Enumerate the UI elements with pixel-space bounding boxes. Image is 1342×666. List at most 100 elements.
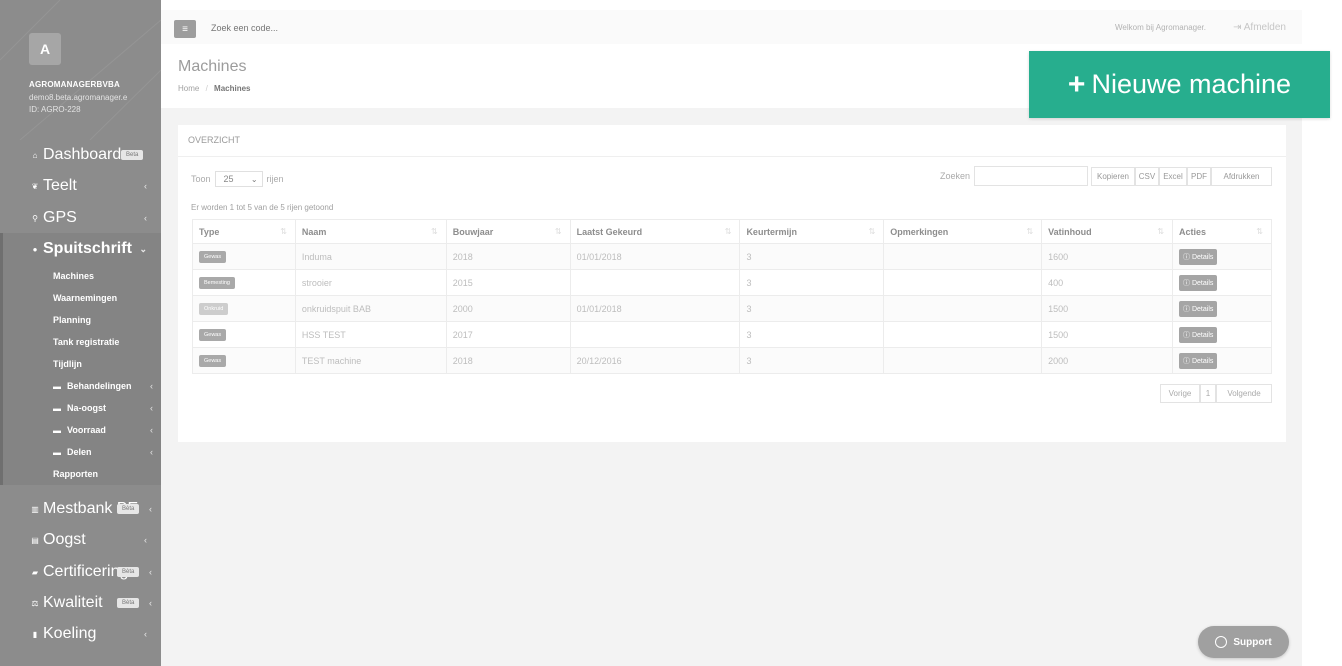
breadcrumb-home[interactable]: Home xyxy=(178,84,199,93)
sort-icon: ⇅ xyxy=(724,226,732,236)
page-length-select[interactable]: 25 ⌄ xyxy=(214,171,263,187)
details-button[interactable]: ⓘ Details xyxy=(1179,300,1218,317)
column-header-laatst-gekeurd[interactable]: Laatst Gekeurd ⇅ xyxy=(569,219,741,244)
details-button[interactable]: ⓘ Details xyxy=(1179,248,1218,265)
sidebar-subitem-tijdlijn[interactable]: Tijdlijn xyxy=(0,353,161,375)
cell-gekeurd xyxy=(569,269,741,296)
csv-button[interactable]: CSV xyxy=(1135,167,1159,186)
menu-toggle-button[interactable]: ≡ xyxy=(174,20,196,38)
sidebar-item-spuitschrift[interactable]: ● Spuitschrift ⌄ xyxy=(0,233,161,265)
sidebar-item-gps[interactable]: ⚲ GPS ‹ xyxy=(0,202,161,234)
sidebar-item-koeling[interactable]: ▮ Koeling ‹ xyxy=(0,618,161,650)
breadcrumb: Home / Machines xyxy=(178,84,251,93)
info-icon: ⓘ xyxy=(1183,331,1192,339)
cell-vatinhoud: 1500 xyxy=(1041,321,1174,348)
hamburger-icon: ≡ xyxy=(182,23,188,35)
chevron-left-icon: ‹ xyxy=(149,598,152,608)
cell-bouwjaar: 2018 xyxy=(445,347,571,374)
pager-previous-button[interactable]: Vorige xyxy=(1160,384,1200,403)
sort-icon: ⇅ xyxy=(280,226,287,236)
truck-icon: ▤ xyxy=(31,535,39,545)
logout-link[interactable]: ⇥ Afmelden xyxy=(1233,22,1286,33)
pdf-button[interactable]: PDF xyxy=(1187,167,1211,186)
map-marker-icon: ⚲ xyxy=(32,213,38,223)
machines-table: Type ⇅ Naam ⇅ Bouwjaar ⇅ Laatst Gekeurd ⇅ Ke… xyxy=(192,219,1272,374)
beta-badge: Bèta xyxy=(117,567,140,577)
new-machine-button[interactable]: + Nieuwe machine xyxy=(1029,51,1330,118)
sidebar-subitem-behandelingen[interactable]: ▬ Behandelingen ‹ xyxy=(0,375,161,397)
chevron-left-icon: ‹ xyxy=(149,504,152,514)
cell-opmerkingen xyxy=(883,295,1043,322)
copy-button[interactable]: Kopieren xyxy=(1091,167,1135,186)
cell-bouwjaar: 2015 xyxy=(445,269,571,296)
sidebar-item-certificering[interactable]: ▰ Certificering Bèta ‹ xyxy=(0,556,161,588)
sidebar-item-label: Spuitschrift xyxy=(43,240,132,257)
type-badge: Bemesting xyxy=(199,277,235,289)
leaf-icon: ❦ xyxy=(31,181,39,191)
info-icon: ⓘ xyxy=(1183,253,1192,261)
support-label: Support xyxy=(1233,636,1272,648)
cell-bouwjaar: 2018 xyxy=(445,243,571,270)
column-header-bouwjaar[interactable]: Bouwjaar ⇅ xyxy=(445,219,571,244)
company-email: demo8.beta.agromanager.e xyxy=(29,93,128,102)
print-button[interactable]: Afdrukken xyxy=(1211,167,1272,186)
column-header-naam[interactable]: Naam ⇅ xyxy=(294,219,447,244)
table-row: Gewas HSS TEST 2017 3 1500 ⓘ Details xyxy=(192,321,1272,348)
droplet-icon: ● xyxy=(32,244,38,254)
support-button[interactable]: Support xyxy=(1198,626,1289,658)
column-header-type[interactable]: Type ⇅ xyxy=(192,219,296,244)
sidebar-item-label: Kwaliteit xyxy=(43,594,103,611)
sidebar-subitem-waarnemingen[interactable]: Waarnemingen xyxy=(0,287,161,309)
bank-icon: ▥ xyxy=(31,504,39,514)
excel-button[interactable]: Excel xyxy=(1159,167,1187,186)
sidebar-subitem-tank-registratie[interactable]: Tank registratie xyxy=(0,331,161,353)
details-button[interactable]: ⓘ Details xyxy=(1179,352,1218,369)
code-search-input[interactable] xyxy=(211,23,411,33)
sidebar-item-kwaliteit[interactable]: ⚖ Kwaliteit Bèta ‹ xyxy=(0,587,161,619)
sidebar-item-dashboard[interactable]: ⌂ Dashboard Beta xyxy=(0,139,161,171)
client-id: ID: AGRO-228 xyxy=(29,105,81,114)
cell-opmerkingen xyxy=(883,347,1043,374)
column-header-vatinhoud[interactable]: Vatinhoud ⇅ xyxy=(1041,219,1174,244)
details-button[interactable]: ⓘ Details xyxy=(1179,326,1218,343)
sidebar-subitem-delen[interactable]: ▬ Delen ‹ xyxy=(0,441,161,463)
sidebar-item-label: Oogst xyxy=(43,531,86,548)
sidebar-subitem-label: Delen xyxy=(67,447,92,457)
table-search-label: Zoeken xyxy=(940,171,971,181)
column-header-acties[interactable]: Acties ⇅ xyxy=(1172,219,1272,244)
avatar[interactable]: A xyxy=(29,33,61,65)
sidebar-subitem-label: Planning xyxy=(53,315,91,325)
chevron-left-icon: ‹ xyxy=(144,629,147,639)
sidebar-subitem-rapporten[interactable]: Rapporten xyxy=(0,463,161,485)
sidebar-subitem-voorraad[interactable]: ▬ Voorraad ‹ xyxy=(0,419,161,441)
table-row: Gewas TEST machine 2018 20/12/2016 3 200… xyxy=(192,347,1272,374)
cell-vatinhoud: 2000 xyxy=(1041,347,1174,374)
chevron-down-icon: ⌄ xyxy=(250,174,258,184)
cell-bouwjaar: 2000 xyxy=(445,295,571,322)
show-prefix: Toon xyxy=(191,174,211,184)
sidebar-item-teelt[interactable]: ❦ Teelt ‹ xyxy=(0,170,161,202)
sidebar-item-mestbank[interactable]: ▥ Mestbank BE Bèta ‹ xyxy=(0,493,161,525)
cell-opmerkingen xyxy=(883,269,1043,296)
sidebar: A AGROMANAGERBVBA demo8.beta.agromanager… xyxy=(0,0,161,666)
sidebar-subitem-machines[interactable]: Machines xyxy=(0,265,161,287)
column-header-opmerkingen[interactable]: Opmerkingen ⇅ xyxy=(883,219,1043,244)
pager-next-button[interactable]: Volgende xyxy=(1216,384,1272,403)
sort-icon: ⇅ xyxy=(1026,226,1034,236)
sidebar-subitem-label: Waarnemingen xyxy=(53,293,118,303)
folder-icon: ▬ xyxy=(53,403,61,413)
pager-page-1-button[interactable]: 1 xyxy=(1200,384,1216,403)
page-length-control: Toon 25 ⌄ rijen xyxy=(191,171,284,187)
show-suffix: rijen xyxy=(266,174,284,184)
beta-badge: Beta xyxy=(121,150,144,160)
sidebar-subitem-na-oogst[interactable]: ▬ Na-oogst ‹ xyxy=(0,397,161,419)
column-header-keurtermijn[interactable]: Keurtermijn ⇅ xyxy=(739,219,885,244)
cell-termijn: 3 xyxy=(739,269,885,296)
table-search-input[interactable] xyxy=(974,166,1088,186)
details-button[interactable]: ⓘ Details xyxy=(1179,274,1218,291)
sidebar-item-oogst[interactable]: ▤ Oogst ‹ xyxy=(0,524,161,556)
thermometer-icon: ▮ xyxy=(32,629,38,639)
sidebar-subitem-label: Tank registratie xyxy=(53,337,120,347)
sidebar-subitem-planning[interactable]: Planning xyxy=(0,309,161,331)
cell-vatinhoud: 1500 xyxy=(1041,295,1174,322)
